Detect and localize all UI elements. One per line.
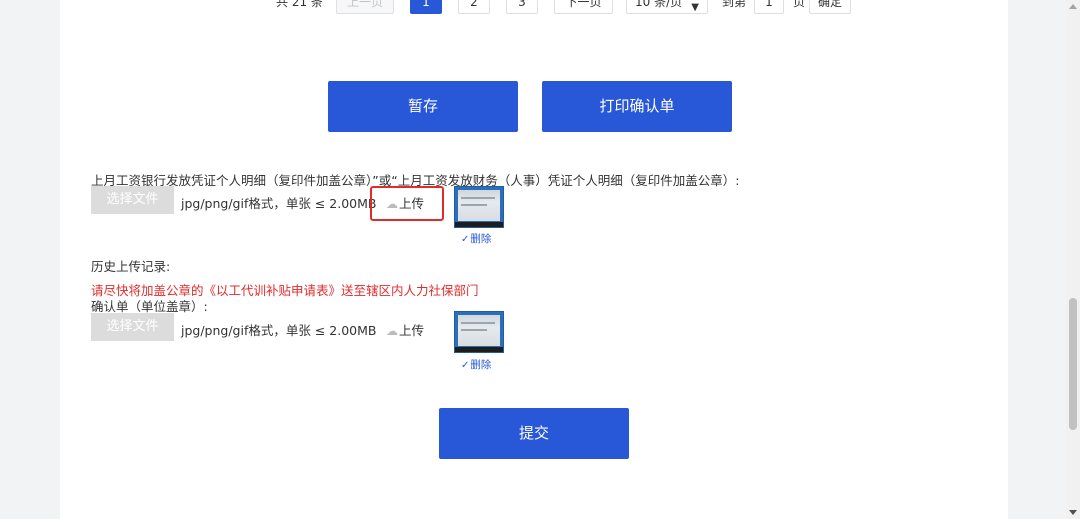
submit-button[interactable]: 提交 [439,408,629,459]
delete-label: 删除 [470,233,492,245]
choose-file-button-2[interactable]: 选择文件 [91,313,174,341]
delete-image-link[interactable]: ✓删除 [461,231,491,246]
delete-image-link-2[interactable]: ✓删除 [461,357,491,372]
save-draft-button[interactable]: 暂存 [328,81,518,132]
page-button-1[interactable]: 1 [410,0,442,14]
upload-label-2: 上传 [399,323,425,338]
goto-page-input[interactable]: 1 [754,0,784,14]
upload-label: 上传 [399,196,425,211]
chevron-down-icon: ▼ [691,2,699,13]
page-button-2[interactable]: 2 [458,0,490,14]
choose-file-button[interactable]: 选择文件 [91,186,174,214]
uploaded-image-thumbnail[interactable] [454,186,504,228]
scrollbar-thumb[interactable] [1069,298,1077,430]
check-icon: ✓ [461,360,470,371]
vertical-scrollbar[interactable] [1066,0,1080,519]
next-page-button[interactable]: 下一页 [554,0,613,14]
history-title: 历史上传记录: [91,259,171,274]
check-icon: ✓ [461,234,470,245]
page-size-value: 10 条/页 [635,0,683,9]
upload-button[interactable]: ☁上传 [386,193,424,212]
goto-confirm-button[interactable]: 确定 [809,0,851,14]
pagination: 共 21 条 上一页 1 2 3 下一页 10 条/页 ▼ 到第 1 页 确定 [0,0,1080,16]
page-button-3[interactable]: 3 [506,0,538,14]
delete-label-2: 删除 [470,359,492,371]
page-size-select[interactable]: 10 条/页 ▼ [626,0,708,14]
cloud-icon: ☁ [386,197,398,211]
uploaded-image-thumbnail-2[interactable] [454,311,504,353]
file-format-hint: jpg/png/gif格式，单张 ≤ 2.00MB [181,196,377,211]
scroll-down-arrow-icon[interactable] [1069,510,1077,515]
pagination-total: 共 21 条 [276,0,323,9]
page-unit-label: 页 [793,0,806,9]
cloud-icon: ☁ [386,324,398,338]
file-format-hint-2: jpg/png/gif格式，单张 ≤ 2.00MB [181,323,377,338]
prev-page-button[interactable]: 上一页 [336,0,394,14]
upload-button-2[interactable]: ☁上传 [386,320,424,339]
print-confirmation-button[interactable]: 打印确认单 [542,81,732,132]
goto-label: 到第 [722,0,747,9]
